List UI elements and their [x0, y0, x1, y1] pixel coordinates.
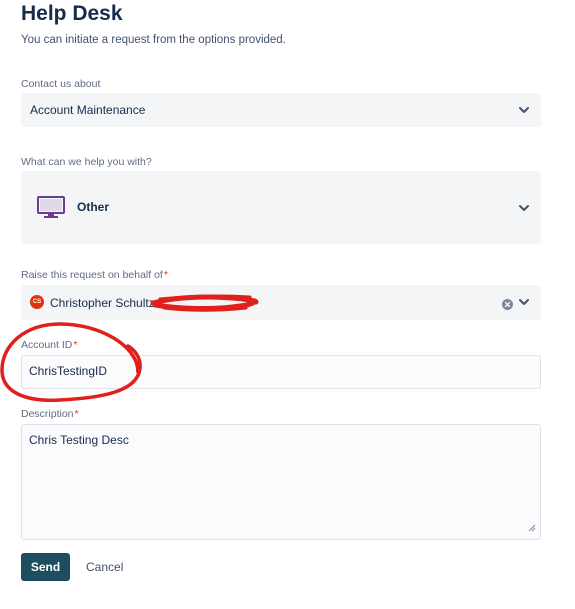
required-asterisk: *	[74, 408, 79, 420]
account-id-label: Account ID*	[21, 339, 77, 351]
on-behalf-label-text: Raise this request on behalf of	[21, 269, 163, 281]
description-textarea[interactable]: Chris Testing Desc	[21, 424, 541, 540]
help-with-select-value: Other	[77, 200, 110, 214]
account-id-label-text: Account ID	[21, 339, 73, 351]
description-value: Chris Testing Desc	[29, 433, 129, 447]
help-with-select[interactable]: Other	[21, 171, 541, 244]
required-asterisk: *	[73, 339, 78, 351]
help-with-label: What can we help you with?	[21, 156, 152, 168]
cancel-button[interactable]: Cancel	[80, 553, 129, 581]
resize-handle-icon[interactable]	[528, 521, 536, 535]
on-behalf-select-value: Christopher Schultz	[50, 296, 155, 310]
contact-select-value: Account Maintenance	[30, 103, 146, 117]
required-asterisk: *	[163, 269, 168, 281]
chevron-down-icon[interactable]	[517, 103, 531, 117]
on-behalf-label: Raise this request on behalf of*	[21, 269, 168, 281]
page-title: Help Desk	[21, 2, 123, 25]
account-id-input[interactable]: ChrisTestingID	[21, 355, 541, 389]
clear-icon[interactable]	[502, 297, 513, 315]
monitor-icon	[37, 196, 65, 225]
description-label-text: Description	[21, 408, 74, 420]
page-subtitle: You can initiate a request from the opti…	[21, 34, 286, 46]
chevron-down-icon[interactable]	[517, 295, 531, 309]
on-behalf-select[interactable]: CS Christopher Schultz	[21, 285, 541, 320]
avatar: CS	[30, 295, 44, 309]
description-label: Description*	[21, 408, 79, 420]
send-button[interactable]: Send	[21, 553, 70, 581]
contact-label: Contact us about	[21, 78, 101, 90]
chevron-down-icon[interactable]	[517, 201, 531, 215]
contact-select[interactable]: Account Maintenance	[21, 93, 541, 127]
